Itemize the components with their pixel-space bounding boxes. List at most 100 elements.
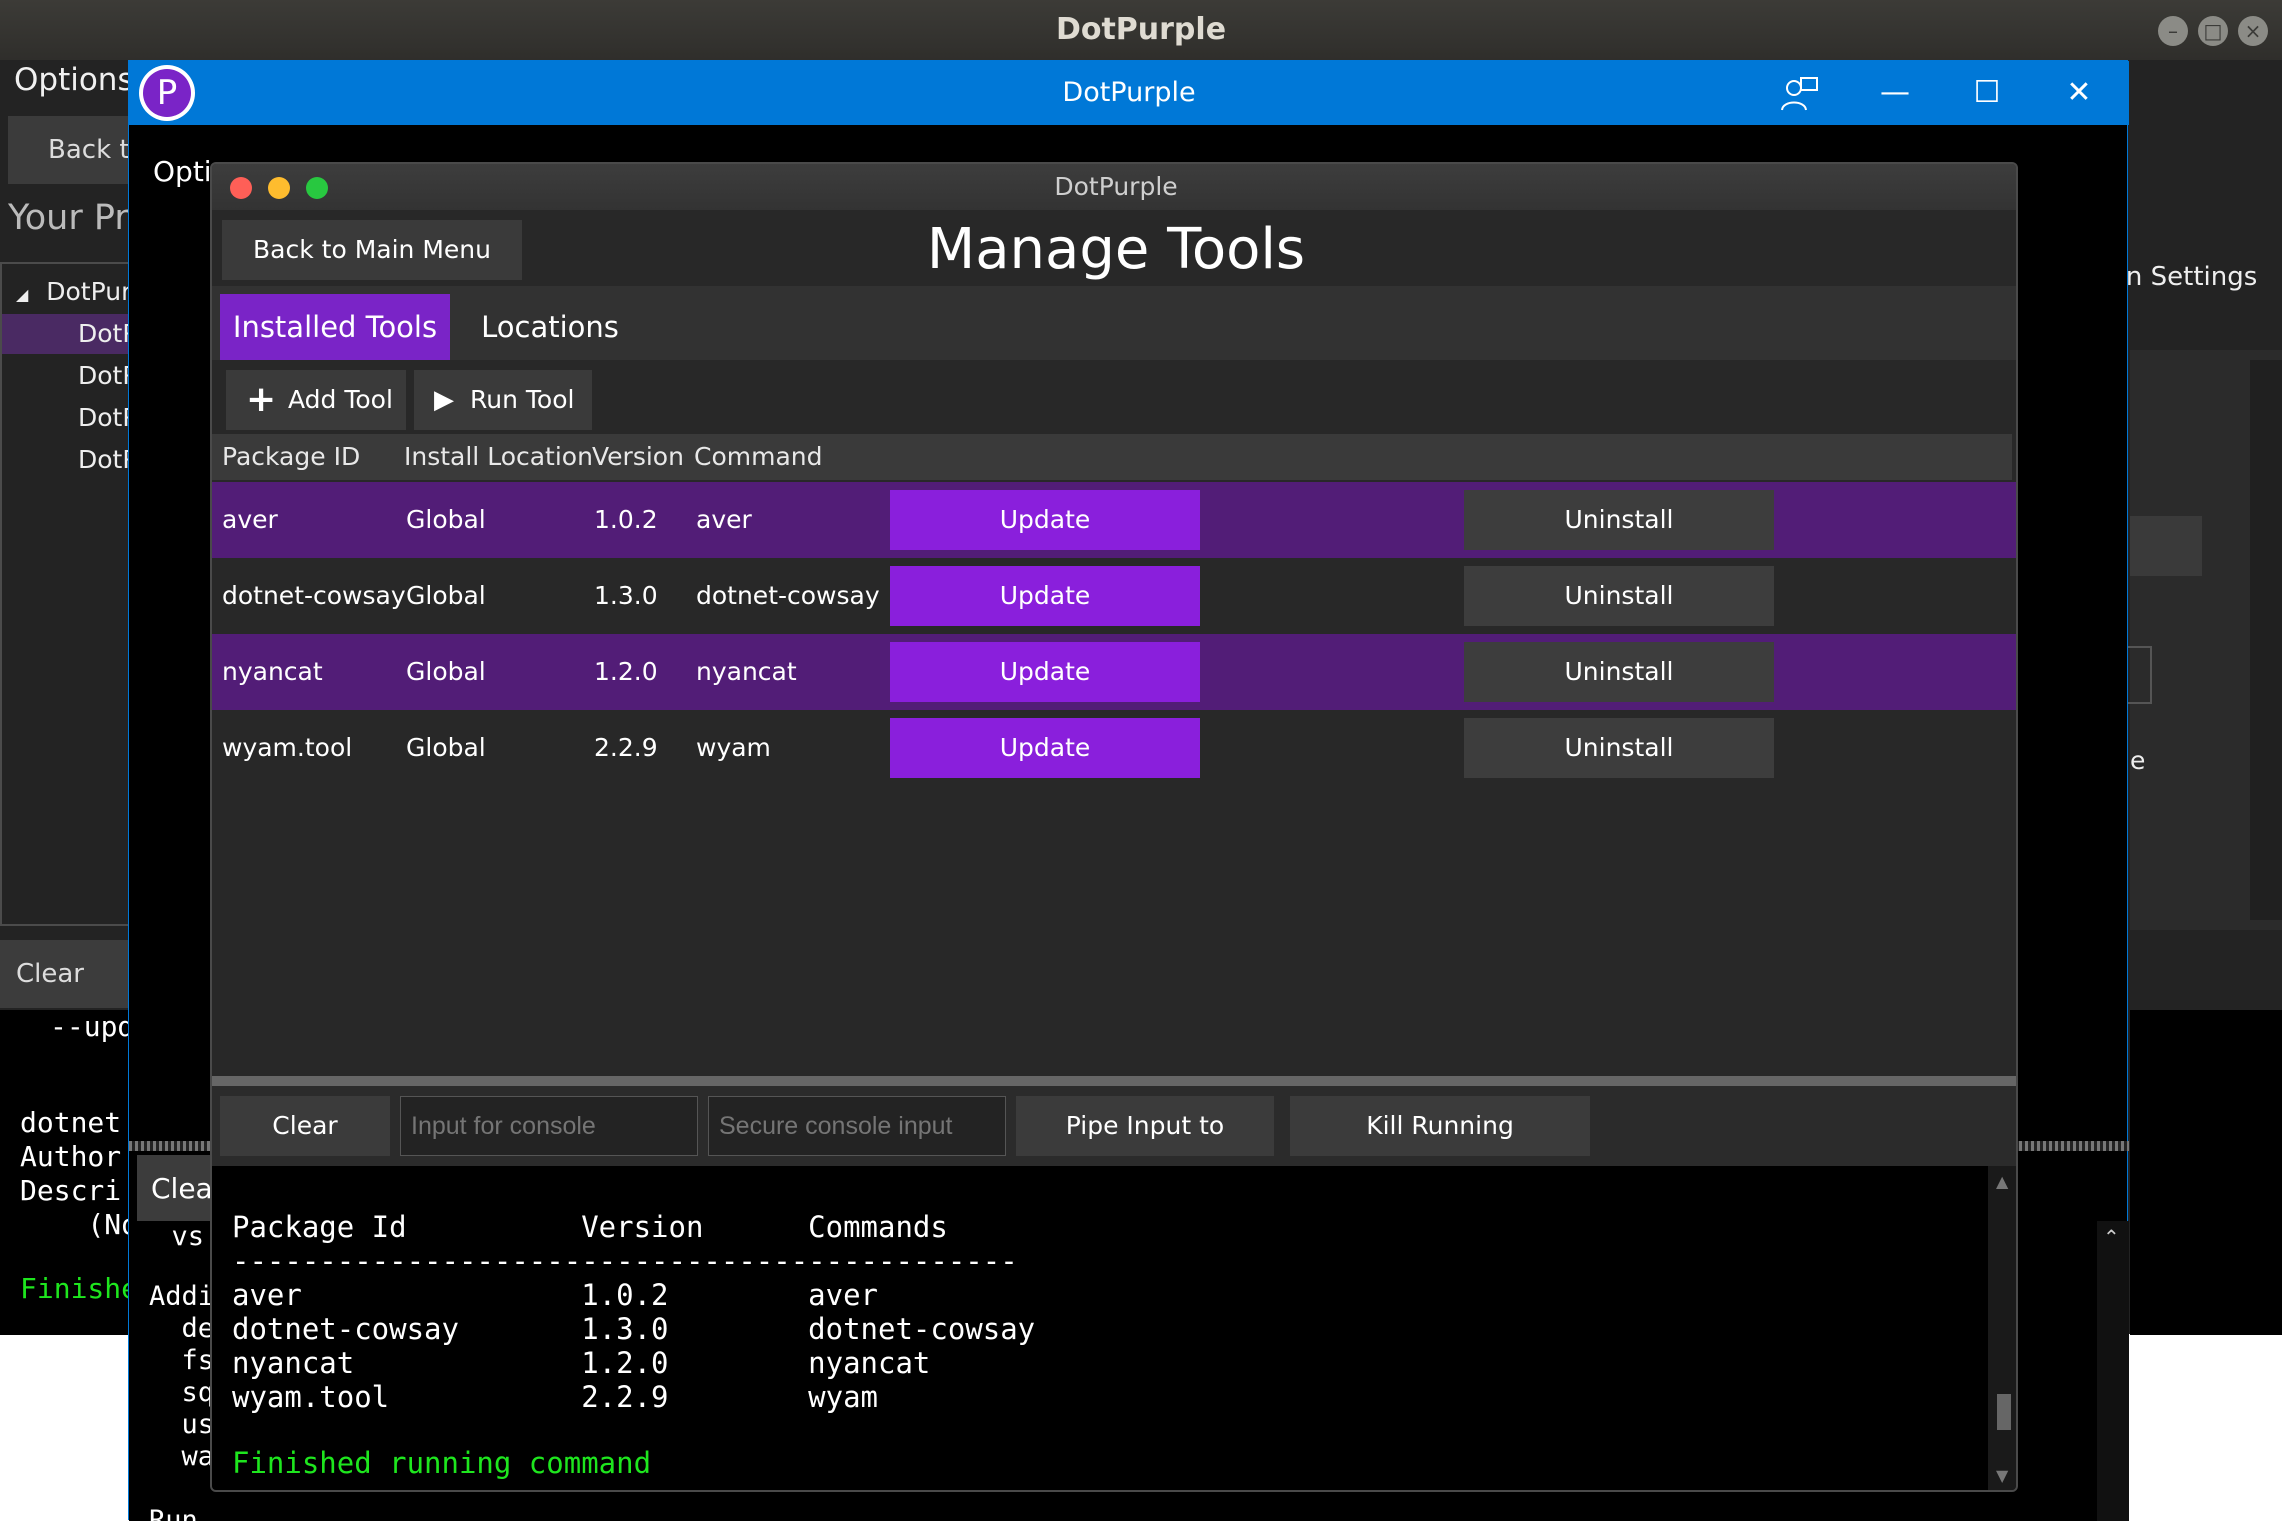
front-window-title: DotPurple <box>212 164 2016 210</box>
update-button[interactable]: Update <box>890 566 1200 626</box>
back-to-main-menu-button[interactable]: Back to Main Menu <box>222 220 522 280</box>
chevron-up-icon[interactable]: ⌃ <box>2103 1225 2120 1249</box>
tree-item[interactable]: DotP <box>2 440 137 480</box>
manage-tools-window: DotPurple Manage Tools Back to Main Menu… <box>210 162 2018 1492</box>
clear-console-button[interactable]: Clear Con <box>0 940 140 1057</box>
console-line: --upd <box>50 1010 135 1043</box>
tree-item[interactable]: DotP <box>2 314 137 354</box>
console-line: aver 1.0.2 aver <box>232 1278 879 1312</box>
console-line: nyancat 1.2.0 nyancat <box>232 1346 931 1380</box>
back-console: --upd dotnet Author Descri (No Finishe <box>0 1010 140 1335</box>
maximize-icon[interactable]: □ <box>2198 16 2228 46</box>
update-button[interactable]: Update <box>890 490 1200 550</box>
tree-root-label: DotPur <box>46 277 132 306</box>
console-line: Run <box>149 1505 198 1536</box>
table-row[interactable]: wyam.tool Global 2.2.9 wyam Update Unins… <box>212 710 2016 786</box>
right-console <box>2130 1010 2282 1335</box>
scrollbar[interactable]: ⌃ <box>2097 1221 2129 1521</box>
play-icon: ▶ <box>434 385 454 415</box>
cell-command: dotnet-cowsay <box>696 581 880 610</box>
plus-icon: + <box>246 379 277 420</box>
column-header-command[interactable]: Command <box>694 434 823 480</box>
options-label: Opti <box>153 155 212 188</box>
clear-console-button[interactable]: Clea <box>137 1155 217 1223</box>
console-line: Addi <box>149 1281 215 1312</box>
tab-installed-tools[interactable]: Installed Tools <box>220 294 450 360</box>
panel-button[interactable] <box>2130 516 2202 576</box>
settings-label: on Settings <box>2110 262 2258 292</box>
uninstall-button[interactable]: Uninstall <box>1464 718 1774 778</box>
console-line: wyam.tool 2.2.9 wyam <box>232 1380 879 1414</box>
run-tool-button[interactable]: ▶ Run Tool <box>414 370 592 430</box>
console-line: Author <box>20 1140 122 1173</box>
column-header-package-id[interactable]: Package ID <box>222 434 360 480</box>
column-header-install-location[interactable]: Install Location <box>404 434 593 480</box>
cell-version: 1.0.2 <box>594 505 658 534</box>
right-panel: e <box>2110 350 2282 930</box>
console-line: dotnet <box>20 1106 122 1139</box>
close-icon[interactable]: ✕ <box>2033 61 2125 125</box>
panel-label: e <box>2130 746 2146 775</box>
feedback-icon[interactable] <box>1753 61 1845 125</box>
cell-command: wyam <box>696 733 771 762</box>
cell-location: Global <box>406 505 486 534</box>
close-icon[interactable] <box>230 177 252 199</box>
table-header: Package ID Install Location Version Comm… <box>212 434 2012 480</box>
scroll-thumb[interactable] <box>1997 1394 2011 1430</box>
console-input[interactable] <box>400 1096 698 1156</box>
column-header-version[interactable]: Version <box>592 434 684 480</box>
console-scrollbar[interactable]: ▲ ▼ <box>1988 1166 2016 1490</box>
splitter[interactable] <box>212 1076 2016 1086</box>
update-button[interactable]: Update <box>890 642 1200 702</box>
secure-console-input[interactable] <box>708 1096 1006 1156</box>
cell-location: Global <box>406 657 486 686</box>
pipe-input-button[interactable]: Pipe Input to Console <box>1016 1096 1274 1200</box>
cell-location: Global <box>406 581 486 610</box>
uninstall-button[interactable]: Uninstall <box>1464 566 1774 626</box>
console-line: fs <box>149 1345 215 1376</box>
run-tool-label: Run Tool <box>470 385 575 414</box>
table-row[interactable]: nyancat Global 1.2.0 nyancat Update Unin… <box>212 634 2016 710</box>
minimize-icon[interactable]: — <box>1849 61 1941 125</box>
tree-root[interactable]: ◢ DotPur <box>2 272 132 312</box>
cell-package-id: wyam.tool <box>222 733 353 762</box>
cell-version: 1.2.0 <box>594 657 658 686</box>
console-finished-line: Finished running command <box>232 1446 652 1480</box>
console-line: wa <box>149 1441 215 1472</box>
console-line: sq <box>149 1377 215 1408</box>
console-line: dotnet-cowsay 1.3.0 dotnet-cowsay <box>232 1312 1036 1346</box>
minimize-icon[interactable] <box>268 177 290 199</box>
tree-item[interactable]: DotP <box>2 398 137 438</box>
uninstall-button[interactable]: Uninstall <box>1464 642 1774 702</box>
scroll-down-icon[interactable]: ▼ <box>1996 1466 2008 1485</box>
scroll-up-icon[interactable]: ▲ <box>1996 1172 2008 1191</box>
cell-version: 2.2.9 <box>594 733 658 762</box>
cell-version: 1.3.0 <box>594 581 658 610</box>
middle-window-title-text: DotPurple <box>1062 77 1196 108</box>
clear-console-button[interactable]: Clear Console <box>220 1096 390 1200</box>
console-line: de <box>149 1313 215 1344</box>
uninstall-button[interactable]: Uninstall <box>1464 490 1774 550</box>
add-tool-button[interactable]: + Add Tool <box>226 370 406 430</box>
console-line: vs <box>139 1221 205 1252</box>
kill-commands-button[interactable]: Kill Running Command(s) <box>1290 1096 1590 1200</box>
maximize-icon[interactable]: ☐ <box>1941 61 2033 125</box>
project-tree[interactable]: ◢ DotPur DotP DotP DotP DotP <box>0 262 137 926</box>
zoom-icon[interactable] <box>306 177 328 199</box>
cell-command: aver <box>696 505 752 534</box>
console-line: Descri <box>20 1174 122 1207</box>
cell-package-id: aver <box>222 505 278 534</box>
expand-arrow-icon[interactable]: ◢ <box>16 285 28 304</box>
minimize-icon[interactable]: – <box>2158 16 2188 46</box>
scrollbar[interactable] <box>2250 360 2282 920</box>
update-button[interactable]: Update <box>890 718 1200 778</box>
tree-item[interactable]: DotP <box>2 356 137 396</box>
options-label: Options <box>14 62 134 98</box>
add-tool-label: Add Tool <box>288 385 393 414</box>
close-icon[interactable]: × <box>2238 16 2268 46</box>
cell-package-id: nyancat <box>222 657 323 686</box>
table-row[interactable]: dotnet-cowsay Global 1.3.0 dotnet-cowsay… <box>212 558 2016 634</box>
tab-locations[interactable]: Locations <box>460 294 640 360</box>
table-row[interactable]: aver Global 1.0.2 aver Update Uninstall <box>212 482 2016 558</box>
cell-package-id: dotnet-cowsay <box>222 581 406 610</box>
